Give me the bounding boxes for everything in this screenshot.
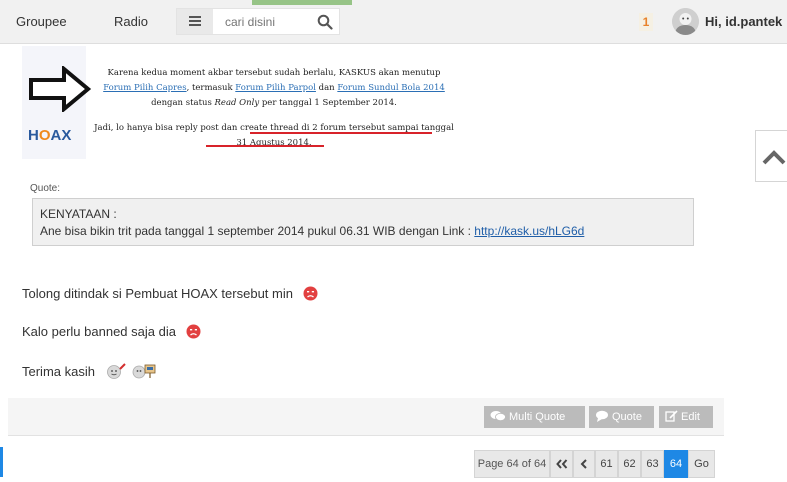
red-underline-2 [206, 145, 324, 147]
first-page-button[interactable] [550, 450, 573, 478]
forum-pilih-parpol-link: Forum Pilih Parpol [235, 83, 316, 93]
quote-link[interactable]: http://kask.us/hLG6d [474, 224, 584, 238]
arrow-right-icon [29, 66, 92, 112]
page-64-button-current[interactable]: 64 [664, 450, 688, 478]
chevron-up-icon [762, 150, 786, 165]
chevron-left-icon [580, 459, 587, 469]
nav-radio[interactable]: Radio [114, 14, 148, 29]
hoax-logo: HOAX [28, 127, 72, 144]
page-61-button[interactable]: 61 [595, 450, 618, 478]
search-input[interactable] [213, 9, 313, 34]
quote-label: Quote: [30, 183, 61, 194]
quote-line-1: KENYATAAN : [40, 207, 117, 221]
red-underline-1 [250, 132, 432, 134]
search-bar [176, 8, 340, 35]
notification-badge[interactable]: 1 [639, 13, 653, 31]
top-navbar: Groupee Radio 1 Hi, id.pantek [0, 0, 787, 44]
prev-page-button[interactable] [573, 450, 595, 478]
go-button[interactable]: Go [688, 450, 715, 478]
message-line-1: Tolong ditindak si Pembuat HOAX tersebut… [22, 286, 318, 301]
edit-button[interactable]: Edit [659, 406, 713, 428]
angry-emoji-icon [303, 286, 318, 301]
list-icon [189, 16, 201, 18]
menu-list-button[interactable] [177, 9, 213, 34]
search-icon[interactable] [317, 14, 333, 30]
forum-pilih-capres-link: Forum Pilih Capres [103, 83, 187, 93]
message-line-2: Kalo perlu banned saja dia [22, 324, 201, 339]
chat-bubble-icon [596, 410, 608, 422]
user-avatar-icon [672, 8, 699, 35]
chat-bubbles-icon [490, 411, 506, 421]
page-info: Page 64 of 64 [474, 450, 550, 478]
quote-box: KENYATAAN : Ane bisa bikin trit pada tan… [32, 198, 694, 246]
announcement-paragraph-1: Karena kedua moment akbar tersebut sudah… [103, 68, 445, 108]
post-image: HOAX Karena kedua moment akbar tersebut … [22, 46, 460, 159]
sign-emoji-icon [132, 364, 156, 379]
scroll-up-button[interactable] [755, 130, 787, 182]
post-footer: Multi Quote Quote Edit [8, 398, 724, 436]
left-accent-bar [0, 447, 3, 477]
message-line-3: Terima kasih [22, 363, 156, 379]
nav-groupee[interactable]: Groupee [16, 14, 67, 29]
angry-emoji-icon [186, 324, 201, 339]
blush-emoji-icon [106, 363, 126, 379]
green-indicator-strip [252, 0, 352, 5]
page-62-button[interactable]: 62 [618, 450, 641, 478]
double-chevron-left-icon [555, 459, 567, 469]
image-announcement-text: Karena kedua moment akbar tersebut sudah… [94, 66, 454, 151]
quote-button[interactable]: Quote [589, 406, 654, 428]
edit-icon [665, 410, 678, 422]
page-63-button[interactable]: 63 [641, 450, 664, 478]
avatar[interactable] [672, 8, 699, 35]
forum-sundul-bola-link: Forum Sundul Bola 2014 [337, 83, 445, 93]
quote-line-2: Ane bisa bikin trit pada tanggal 1 septe… [40, 224, 585, 238]
user-greeting[interactable]: Hi, id.pantek [705, 14, 782, 29]
multi-quote-button[interactable]: Multi Quote [484, 406, 585, 428]
